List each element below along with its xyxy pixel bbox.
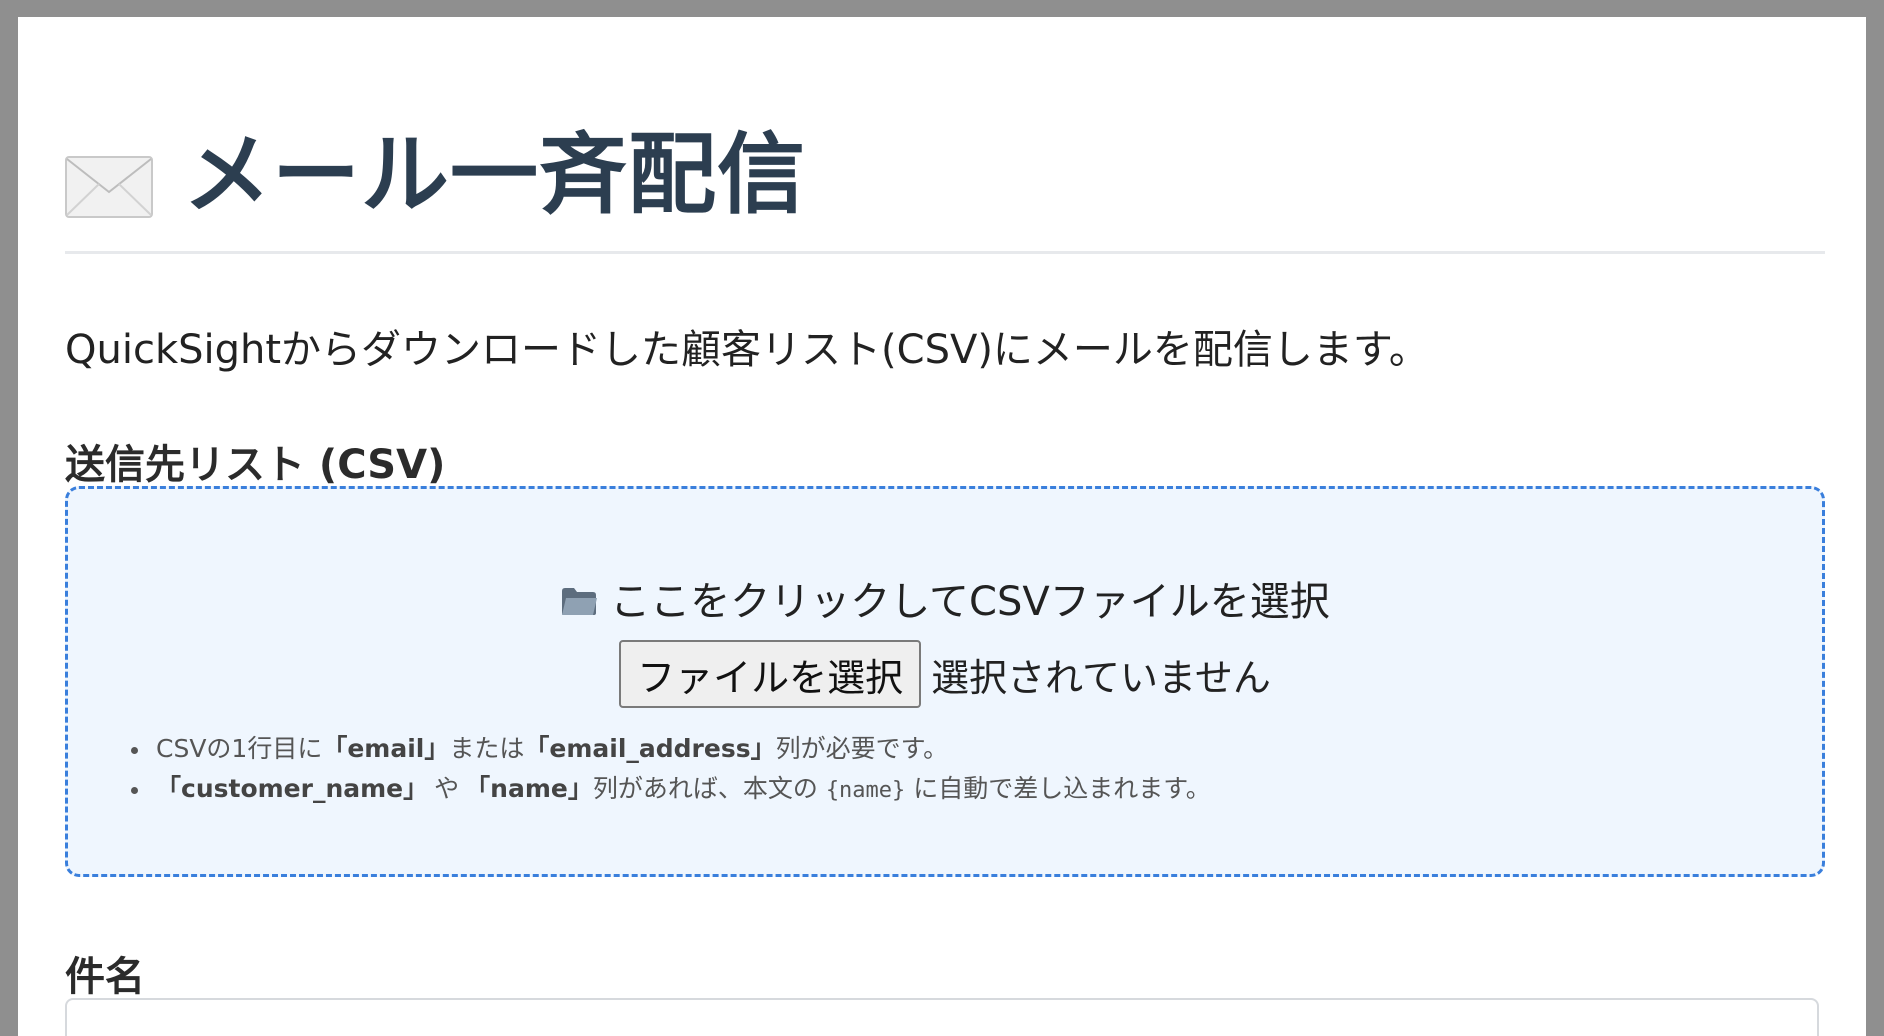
customer-name-column-name: 「customer_name」: [156, 774, 429, 803]
subject-input[interactable]: [65, 998, 1819, 1036]
subject-section-heading: 件名: [65, 954, 145, 1000]
dropzone-prompt[interactable]: ここをクリックしてCSVファイルを選択: [68, 569, 1822, 627]
hint-text: 列があれば、本文の: [592, 774, 818, 803]
csv-section-heading: 送信先リスト (CSV): [65, 442, 446, 488]
hint-text: に自動で差し込まれます。: [913, 774, 1211, 803]
dropzone-prompt-text: ここをクリックしてCSVファイルを選択: [610, 579, 1330, 625]
app-window: メール一斉配信 QuickSightからダウンロードした顧客リスト(CSV)にメ…: [18, 17, 1866, 1036]
file-status-text: 選択されていません: [931, 655, 1271, 700]
hint-text: または: [449, 734, 525, 763]
csv-hints-list: CSVの1行目に「email」または「email_address」列が必要です。…: [131, 729, 1211, 809]
title-divider: [65, 251, 1825, 254]
envelope-icon: [65, 136, 153, 218]
email-address-column-name: 「email_address」: [524, 734, 776, 763]
list-item: 「customer_name」や「name」列があれば、本文の {name} に…: [131, 769, 1211, 809]
folder-icon: [560, 581, 598, 615]
csv-dropzone[interactable]: ここをクリックしてCSVファイルを選択 ファイルを選択 選択されていません CS…: [65, 486, 1825, 877]
hint-text: CSVの1行目に: [156, 734, 323, 763]
hint-text: 列が必要です。: [775, 734, 949, 763]
choose-file-button[interactable]: ファイルを選択: [619, 640, 922, 708]
file-input-row: ファイルを選択 選択されていません: [68, 640, 1822, 708]
hint-text: や: [434, 774, 460, 803]
name-placeholder-code: {name}: [825, 778, 906, 803]
page-title-text: メール一斉配信: [183, 122, 807, 226]
page-description: QuickSightからダウンロードした顧客リスト(CSV)にメールを配信します…: [65, 327, 1429, 373]
name-column-name: 「name」: [465, 774, 593, 803]
page-title: メール一斉配信: [65, 112, 806, 226]
list-item: CSVの1行目に「email」または「email_address」列が必要です。: [131, 729, 1211, 769]
email-column-name: 「email」: [322, 734, 450, 763]
